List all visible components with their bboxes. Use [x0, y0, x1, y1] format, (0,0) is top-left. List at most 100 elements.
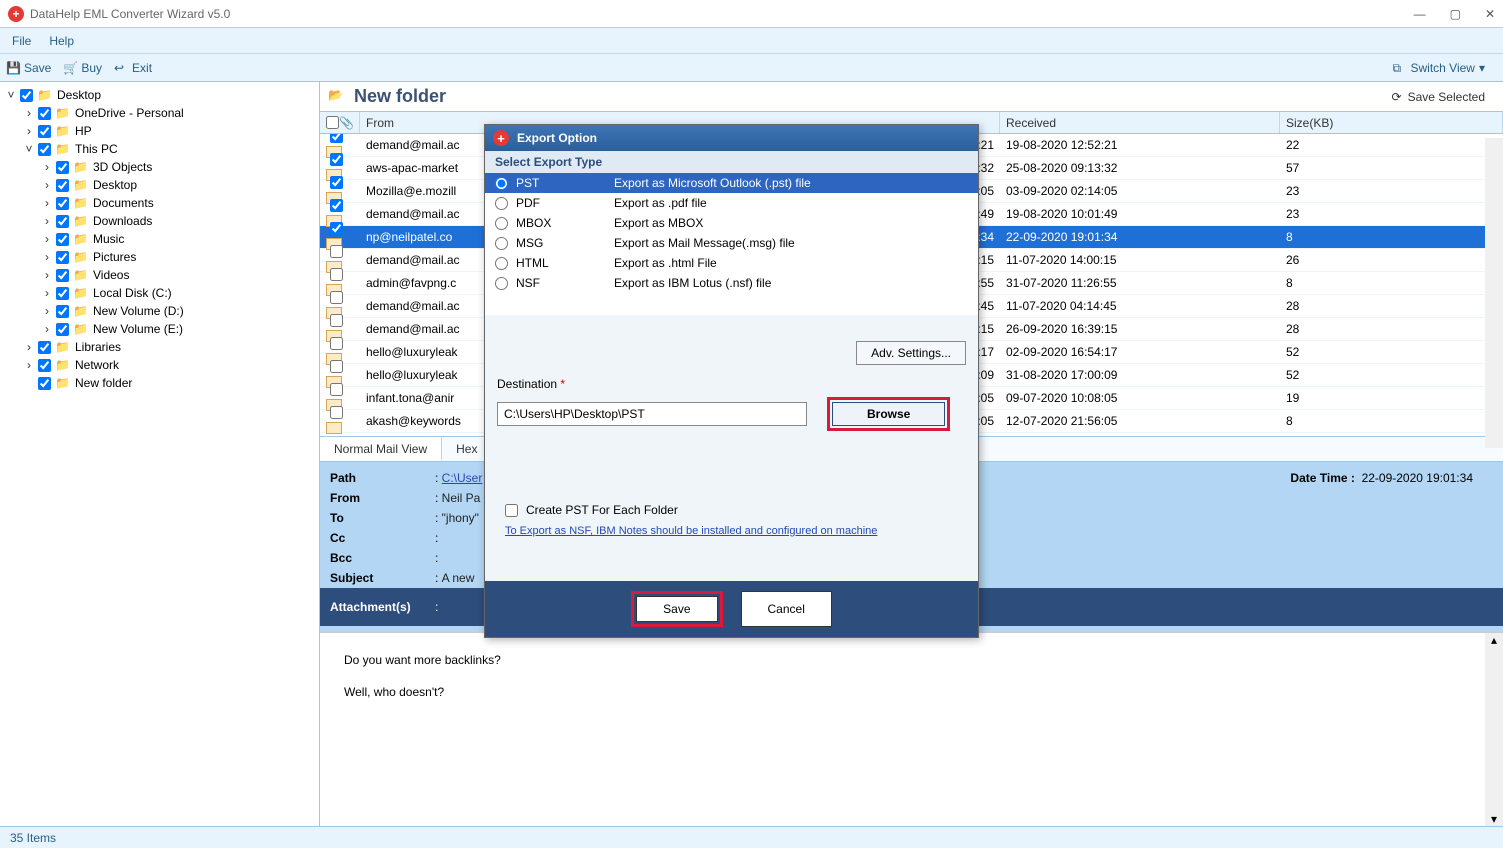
tree-checkbox[interactable] [38, 143, 51, 156]
tree-checkbox[interactable] [56, 287, 69, 300]
row-checkbox[interactable] [330, 176, 343, 189]
tree-expander[interactable]: › [40, 196, 54, 210]
tree-item[interactable]: ›📁HP [0, 122, 319, 140]
tree-expander[interactable]: › [40, 322, 54, 336]
export-radio[interactable] [495, 197, 508, 210]
tree-expander[interactable]: › [22, 106, 36, 120]
nsf-note-link[interactable]: To Export as NSF, IBM Notes should be in… [505, 525, 877, 537]
toolbar-switch-view[interactable]: ⧉ Switch View ▾ [1392, 61, 1485, 75]
path-value[interactable]: C:\User [442, 471, 483, 485]
dialog-save-button[interactable]: Save [636, 596, 717, 622]
row-checkbox[interactable] [330, 222, 343, 235]
menu-help[interactable]: Help [49, 34, 74, 48]
tree-checkbox[interactable] [38, 359, 51, 372]
adv-settings-button[interactable]: Adv. Settings... [856, 341, 966, 365]
export-radio[interactable] [495, 217, 508, 230]
dialog-titlebar[interactable]: + Export Option [485, 125, 978, 151]
close-button[interactable]: ✕ [1485, 7, 1495, 21]
tree-item[interactable]: ›📁Desktop [0, 176, 319, 194]
tree-checkbox[interactable] [56, 215, 69, 228]
row-checkbox[interactable] [330, 268, 343, 281]
tree-expander[interactable]: › [40, 178, 54, 192]
grid-scrollbar[interactable] [1485, 138, 1503, 448]
row-checkbox[interactable] [330, 314, 343, 327]
folder-tree[interactable]: ˅📁Desktop›📁OneDrive - Personal›📁HP˅📁This… [0, 82, 320, 826]
tree-checkbox[interactable] [56, 197, 69, 210]
tree-expander[interactable] [22, 376, 36, 390]
tree-item[interactable]: ›📁Local Disk (C:) [0, 284, 319, 302]
tree-checkbox[interactable] [38, 107, 51, 120]
export-option-html[interactable]: HTMLExport as .html File [485, 253, 978, 273]
row-checkbox[interactable] [330, 291, 343, 304]
tree-expander[interactable]: › [40, 160, 54, 174]
row-checkbox[interactable] [330, 383, 343, 396]
maximize-button[interactable]: ▢ [1450, 7, 1461, 21]
tree-expander[interactable]: › [40, 214, 54, 228]
row-checkbox[interactable] [330, 245, 343, 258]
tree-item[interactable]: ›📁OneDrive - Personal [0, 104, 319, 122]
tree-item[interactable]: ›📁New Volume (E:) [0, 320, 319, 338]
tree-expander[interactable]: › [22, 358, 36, 372]
tree-item[interactable]: ›📁Network [0, 356, 319, 374]
row-checkbox[interactable] [330, 406, 343, 419]
minimize-button[interactable]: — [1414, 7, 1426, 21]
tree-checkbox[interactable] [38, 377, 51, 390]
export-option-mbox[interactable]: MBOXExport as MBOX [485, 213, 978, 233]
tree-item[interactable]: ›📁Videos [0, 266, 319, 284]
tree-expander[interactable]: ˅ [4, 88, 18, 102]
tree-item[interactable]: ›📁Music [0, 230, 319, 248]
row-checkbox[interactable] [330, 360, 343, 373]
toolbar-buy[interactable]: 🛒 Buy [63, 61, 102, 75]
export-option-msg[interactable]: MSGExport as Mail Message(.msg) file [485, 233, 978, 253]
tree-checkbox[interactable] [56, 251, 69, 264]
tree-checkbox[interactable] [38, 125, 51, 138]
tree-expander[interactable]: › [22, 124, 36, 138]
header-checkbox[interactable]: 📎 [320, 112, 360, 133]
tree-checkbox[interactable] [56, 161, 69, 174]
create-pst-each-folder-checkbox[interactable] [505, 504, 518, 517]
tree-item[interactable]: ›📁Documents [0, 194, 319, 212]
export-radio[interactable] [495, 257, 508, 270]
tree-checkbox[interactable] [56, 233, 69, 246]
tree-expander[interactable]: › [40, 232, 54, 246]
preview-scrollbar[interactable]: ▴▾ [1485, 633, 1503, 826]
menu-file[interactable]: File [12, 34, 31, 48]
tree-checkbox[interactable] [56, 179, 69, 192]
tree-checkbox[interactable] [56, 323, 69, 336]
tree-item[interactable]: ˅📁This PC [0, 140, 319, 158]
toolbar-save[interactable]: 💾 Save [6, 61, 51, 75]
tree-expander[interactable]: › [40, 286, 54, 300]
export-option-pst[interactable]: PSTExport as Microsoft Outlook (.pst) fi… [485, 173, 978, 193]
tree-checkbox[interactable] [20, 89, 33, 102]
tree-item[interactable]: ›📁Downloads [0, 212, 319, 230]
header-received[interactable]: Received [1000, 112, 1280, 133]
tree-checkbox[interactable] [56, 305, 69, 318]
tree-item[interactable]: ›📁3D Objects [0, 158, 319, 176]
row-checkbox[interactable] [330, 337, 343, 350]
tree-checkbox[interactable] [38, 341, 51, 354]
tree-item[interactable]: ›📁Libraries [0, 338, 319, 356]
export-radio[interactable] [495, 277, 508, 290]
tree-item[interactable]: ›📁New Volume (D:) [0, 302, 319, 320]
tree-item[interactable]: ˅📁Desktop [0, 86, 319, 104]
tree-expander[interactable]: ˅ [22, 142, 36, 156]
tree-expander[interactable]: › [22, 340, 36, 354]
row-checkbox[interactable] [330, 153, 343, 166]
export-radio[interactable] [495, 177, 508, 190]
preview-body[interactable]: Do you want more backlinks? Well, who do… [320, 632, 1503, 826]
tree-item[interactable]: ›📁Pictures [0, 248, 319, 266]
header-size[interactable]: Size(KB) [1280, 112, 1503, 133]
save-selected-button[interactable]: ⟳ Save Selected [1382, 86, 1495, 108]
destination-input[interactable] [497, 402, 807, 426]
tree-checkbox[interactable] [56, 269, 69, 282]
tree-expander[interactable]: › [40, 250, 54, 264]
tree-expander[interactable]: › [40, 304, 54, 318]
export-radio[interactable] [495, 237, 508, 250]
tab-normal-mail-view[interactable]: Normal Mail View [320, 437, 442, 461]
tree-item[interactable]: 📁New folder [0, 374, 319, 392]
row-checkbox[interactable] [330, 134, 343, 143]
browse-button[interactable]: Browse [832, 402, 945, 426]
row-checkbox[interactable] [330, 199, 343, 212]
tree-expander[interactable]: › [40, 268, 54, 282]
export-option-nsf[interactable]: NSFExport as IBM Lotus (.nsf) file [485, 273, 978, 293]
